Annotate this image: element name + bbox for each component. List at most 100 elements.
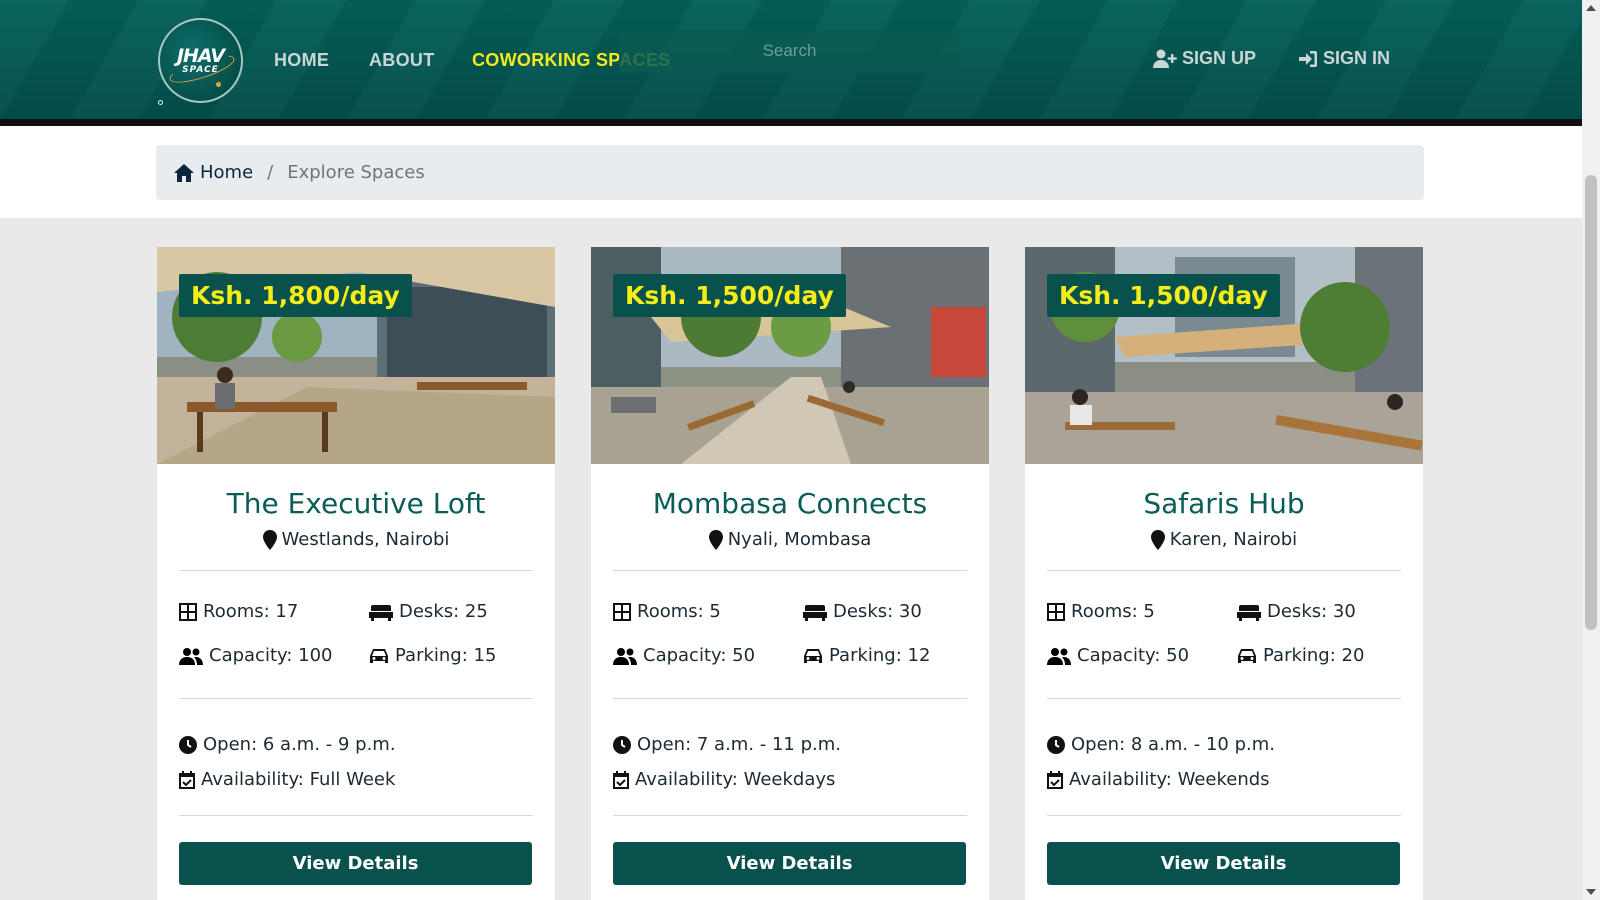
user-plus-icon — [1153, 49, 1177, 68]
divider — [613, 698, 967, 699]
divider — [1047, 815, 1401, 816]
stat-parking: Parking: 15 — [369, 645, 496, 666]
nav-link-about[interactable]: ABOUT — [369, 50, 435, 71]
stat-capacity-label: Capacity: 50 — [643, 645, 756, 666]
home-icon — [174, 163, 194, 182]
space-stats: Rooms: 5 Desks: 30 Capacity: 50 Parking:… — [613, 571, 967, 698]
grid-icon — [613, 602, 631, 621]
breadcrumb-home-link[interactable]: Home — [174, 162, 253, 183]
stat-capacity: Capacity: 50 — [1047, 645, 1189, 666]
map-pin-icon — [708, 529, 723, 550]
view-details-button[interactable]: View Details — [179, 842, 532, 885]
couch-icon — [369, 604, 393, 621]
view-details-button[interactable]: View Details — [1047, 842, 1400, 885]
price-badge: Ksh. 1,800/day — [179, 274, 412, 317]
view-details-button[interactable]: View Details — [613, 842, 966, 885]
nav-link-home[interactable]: HOME — [274, 50, 329, 71]
opening-hours-label: Open: 7 a.m. - 11 p.m. — [637, 734, 842, 755]
breadcrumb-current: Explore Spaces — [287, 162, 425, 183]
sign-in-icon — [1299, 50, 1317, 67]
stat-capacity-label: Capacity: 50 — [1077, 645, 1190, 666]
space-location: Karen, Nairobi — [1025, 529, 1423, 550]
sign-up-label: SIGN UP — [1182, 48, 1257, 68]
grid-icon — [1047, 602, 1065, 621]
stat-capacity: Capacity: 100 — [179, 645, 333, 666]
availability-label: Availability: Full Week — [201, 769, 396, 790]
scroll-up-arrow-icon[interactable] — [1586, 5, 1596, 11]
availability: Availability: Weekends — [1047, 762, 1401, 797]
stat-rooms: Rooms: 17 — [179, 601, 298, 622]
space-location-label: Karen, Nairobi — [1169, 529, 1298, 550]
space-stats: Rooms: 17 Desks: 25 Capacity: 100 Parkin… — [179, 571, 533, 698]
price-badge: Ksh. 1,500/day — [613, 274, 846, 317]
space-card: Ksh. 1,800/day The Executive Loft Westla… — [157, 247, 555, 900]
space-photo[interactable]: Ksh. 1,500/day — [1025, 247, 1423, 464]
stat-desks-label: Desks: 25 — [399, 601, 488, 622]
divider — [179, 698, 533, 699]
stat-parking-label: Parking: 20 — [1263, 645, 1365, 666]
space-title[interactable]: Mombasa Connects — [591, 487, 989, 520]
calendar-check-icon — [613, 770, 629, 789]
divider — [179, 815, 533, 816]
sign-in-link[interactable]: SIGN IN — [1298, 48, 1390, 69]
breadcrumb-section: Home / Explore Spaces — [0, 126, 1582, 218]
car-icon — [804, 648, 822, 663]
stat-desks: Desks: 30 — [1237, 601, 1356, 622]
space-info: Open: 8 a.m. - 10 p.m. Availability: Wee… — [1047, 727, 1401, 797]
availability-label: Availability: Weekends — [1069, 769, 1270, 790]
space-location-label: Westlands, Nairobi — [281, 529, 450, 550]
opening-hours: Open: 6 a.m. - 9 p.m. — [179, 727, 533, 762]
logo-planet — [216, 82, 221, 87]
site-logo[interactable]: JHAV SPACE — [158, 18, 243, 105]
stat-parking-label: Parking: 15 — [395, 645, 497, 666]
couch-icon — [1237, 604, 1261, 621]
stat-parking: Parking: 20 — [1237, 645, 1364, 666]
stat-parking: Parking: 12 — [803, 645, 930, 666]
stat-desks-label: Desks: 30 — [833, 601, 922, 622]
car-icon — [1238, 648, 1256, 663]
clock-icon — [179, 735, 197, 754]
price-badge: Ksh. 1,500/day — [1047, 274, 1280, 317]
search-input[interactable] — [619, 30, 960, 72]
divider — [613, 815, 967, 816]
stat-capacity: Capacity: 50 — [613, 645, 755, 666]
stat-desks-label: Desks: 30 — [1267, 601, 1356, 622]
top-navbar: JHAV SPACE HOME ABOUT COWORKING SPACES S… — [0, 0, 1582, 126]
space-photo[interactable]: Ksh. 1,500/day — [591, 247, 989, 464]
breadcrumb-separator: / — [267, 162, 274, 183]
stat-capacity-label: Capacity: 100 — [209, 645, 333, 666]
stat-rooms-label: Rooms: 5 — [1071, 601, 1155, 622]
stat-rooms-label: Rooms: 5 — [637, 601, 721, 622]
space-card: Ksh. 1,500/day Safaris Hub Karen, Nairob… — [1025, 247, 1423, 900]
calendar-check-icon — [1047, 770, 1063, 789]
space-title[interactable]: The Executive Loft — [157, 487, 555, 520]
opening-hours: Open: 7 a.m. - 11 p.m. — [613, 727, 967, 762]
couch-icon — [803, 604, 827, 621]
availability-label: Availability: Weekdays — [635, 769, 836, 790]
calendar-check-icon — [179, 770, 195, 789]
opening-hours: Open: 8 a.m. - 10 p.m. — [1047, 727, 1401, 762]
availability: Availability: Weekdays — [613, 762, 967, 797]
clock-icon — [1047, 735, 1065, 754]
stat-rooms-label: Rooms: 17 — [203, 601, 299, 622]
clock-icon — [613, 735, 631, 754]
page-scrollbar[interactable] — [1582, 0, 1600, 900]
space-card: Ksh. 1,500/day Mombasa Connects Nyali, M… — [591, 247, 989, 900]
space-location-label: Nyali, Mombasa — [727, 529, 872, 550]
space-location: Nyali, Mombasa — [591, 529, 989, 550]
stat-desks: Desks: 25 — [369, 601, 488, 622]
stat-desks: Desks: 30 — [803, 601, 922, 622]
space-location: Westlands, Nairobi — [157, 529, 555, 550]
users-icon — [1047, 647, 1071, 665]
stat-parking-label: Parking: 12 — [829, 645, 931, 666]
space-info: Open: 6 a.m. - 9 p.m. Availability: Full… — [179, 727, 533, 797]
breadcrumb-home-label: Home — [200, 162, 254, 183]
stat-rooms: Rooms: 5 — [1047, 601, 1155, 622]
space-info: Open: 7 a.m. - 11 p.m. Availability: Wee… — [613, 727, 967, 797]
sign-up-link[interactable]: SIGN UP — [1153, 48, 1256, 69]
scroll-down-arrow-icon[interactable] — [1586, 889, 1596, 895]
scrollbar-thumb[interactable] — [1585, 175, 1597, 630]
space-photo[interactable]: Ksh. 1,800/day — [157, 247, 555, 464]
space-title[interactable]: Safaris Hub — [1025, 487, 1423, 520]
stat-rooms: Rooms: 5 — [613, 601, 721, 622]
